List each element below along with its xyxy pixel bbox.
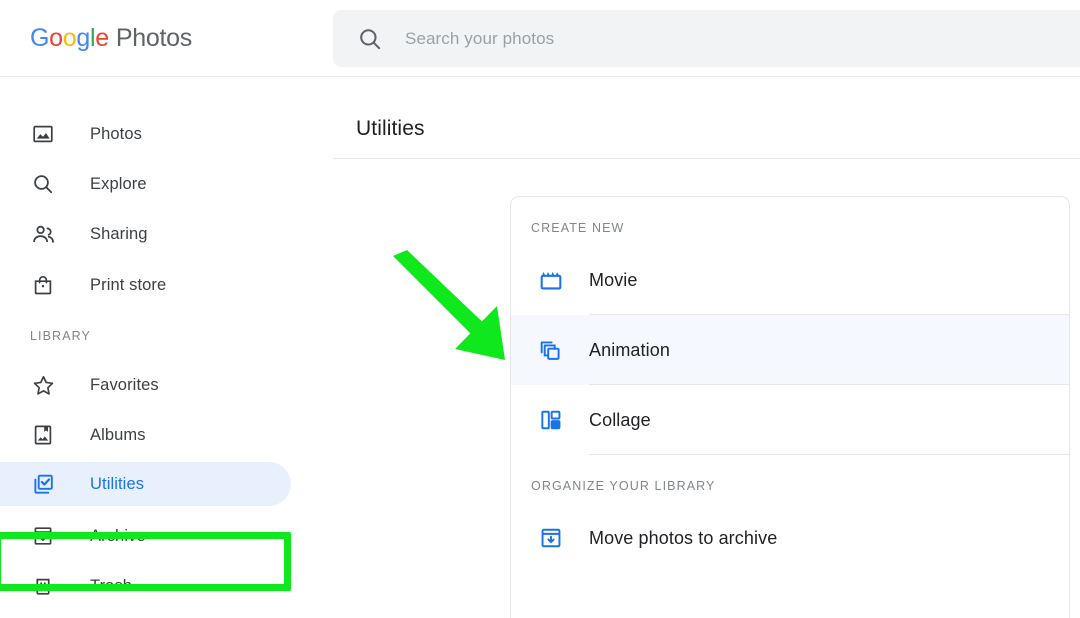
sidebar-item-label: Albums bbox=[90, 425, 146, 444]
utilities-icon bbox=[30, 471, 56, 497]
sidebar-item-label: Sharing bbox=[90, 224, 148, 243]
search-input-placeholder[interactable]: Search your photos bbox=[405, 29, 554, 49]
photo-icon bbox=[30, 121, 56, 147]
sidebar-item-label: Trash bbox=[90, 576, 133, 595]
utilities-card: CREATE NEW Movie Animation Collage ORGAN… bbox=[510, 196, 1070, 618]
sidebar-item-trash[interactable]: Trash bbox=[0, 564, 291, 608]
sidebar-item-explore[interactable]: Explore bbox=[0, 162, 291, 206]
search-icon bbox=[30, 171, 56, 197]
sidebar-section-library: LIBRARY bbox=[30, 329, 91, 343]
main-content: Utilities CREATE NEW Movie Animation Col… bbox=[333, 77, 1080, 618]
card-row-label: Movie bbox=[589, 269, 638, 290]
sidebar-item-archive[interactable]: Archive bbox=[0, 514, 291, 558]
sidebar-item-label: Archive bbox=[90, 526, 146, 545]
logo-product-name: Photos bbox=[115, 24, 192, 52]
title-divider bbox=[333, 158, 1080, 159]
page-title: Utilities bbox=[356, 117, 425, 140]
logo-letter-o2: o bbox=[62, 24, 77, 52]
sidebar-item-albums[interactable]: Albums bbox=[0, 413, 291, 457]
shopping-bag-icon bbox=[30, 272, 56, 298]
logo-letter-g: G bbox=[30, 24, 50, 52]
card-row-label: Move photos to archive bbox=[589, 527, 778, 548]
card-row-collage[interactable]: Collage bbox=[511, 385, 1069, 455]
google-photos-logo[interactable]: Google Photos bbox=[30, 23, 192, 53]
sidebar-item-label: Photos bbox=[90, 124, 142, 143]
album-icon bbox=[30, 422, 56, 448]
sidebar-item-favorites[interactable]: Favorites bbox=[0, 363, 291, 407]
sidebar-item-label: Print store bbox=[90, 275, 167, 294]
app-header: Google Photos Search your photos bbox=[0, 0, 1080, 77]
move-to-archive-icon bbox=[537, 524, 565, 552]
collage-icon bbox=[537, 406, 565, 434]
card-row-movie[interactable]: Movie bbox=[511, 245, 1069, 315]
star-icon bbox=[30, 372, 56, 398]
sidebar-navigation: Photos Explore Sharing Print store LIBRA… bbox=[0, 77, 333, 618]
card-row-label: Collage bbox=[589, 409, 651, 430]
logo-letter-g2: g bbox=[76, 24, 90, 52]
card-row-animation[interactable]: Animation bbox=[511, 315, 1069, 385]
sidebar-item-sharing[interactable]: Sharing bbox=[0, 212, 291, 256]
animation-icon bbox=[537, 336, 565, 364]
card-row-label: Animation bbox=[589, 339, 670, 360]
logo-letter-o1: o bbox=[49, 24, 63, 52]
sidebar-item-label: Favorites bbox=[90, 375, 159, 394]
sidebar-item-photos[interactable]: Photos bbox=[0, 112, 291, 156]
sidebar-item-print-store[interactable]: Print store bbox=[0, 263, 291, 307]
card-row-move-photos-to-archive[interactable]: Move photos to archive bbox=[511, 503, 1069, 573]
search-bar[interactable]: Search your photos bbox=[333, 10, 1080, 67]
archive-icon bbox=[30, 523, 56, 549]
logo-letter-e: e bbox=[95, 24, 109, 52]
sidebar-item-label: Utilities bbox=[90, 474, 145, 493]
people-icon bbox=[30, 221, 56, 247]
search-icon bbox=[357, 26, 383, 52]
sidebar-item-label: Explore bbox=[90, 174, 147, 193]
card-section-organize-library: ORGANIZE YOUR LIBRARY bbox=[531, 479, 716, 493]
sidebar-item-utilities[interactable]: Utilities bbox=[0, 462, 291, 506]
movie-clapper-icon bbox=[537, 266, 565, 294]
row-divider bbox=[589, 454, 1069, 455]
trash-icon bbox=[30, 573, 56, 599]
google-photos-app: GooglePhotos Search your photos Photos bbox=[0, 0, 1080, 618]
card-section-create-new: CREATE NEW bbox=[531, 221, 625, 235]
